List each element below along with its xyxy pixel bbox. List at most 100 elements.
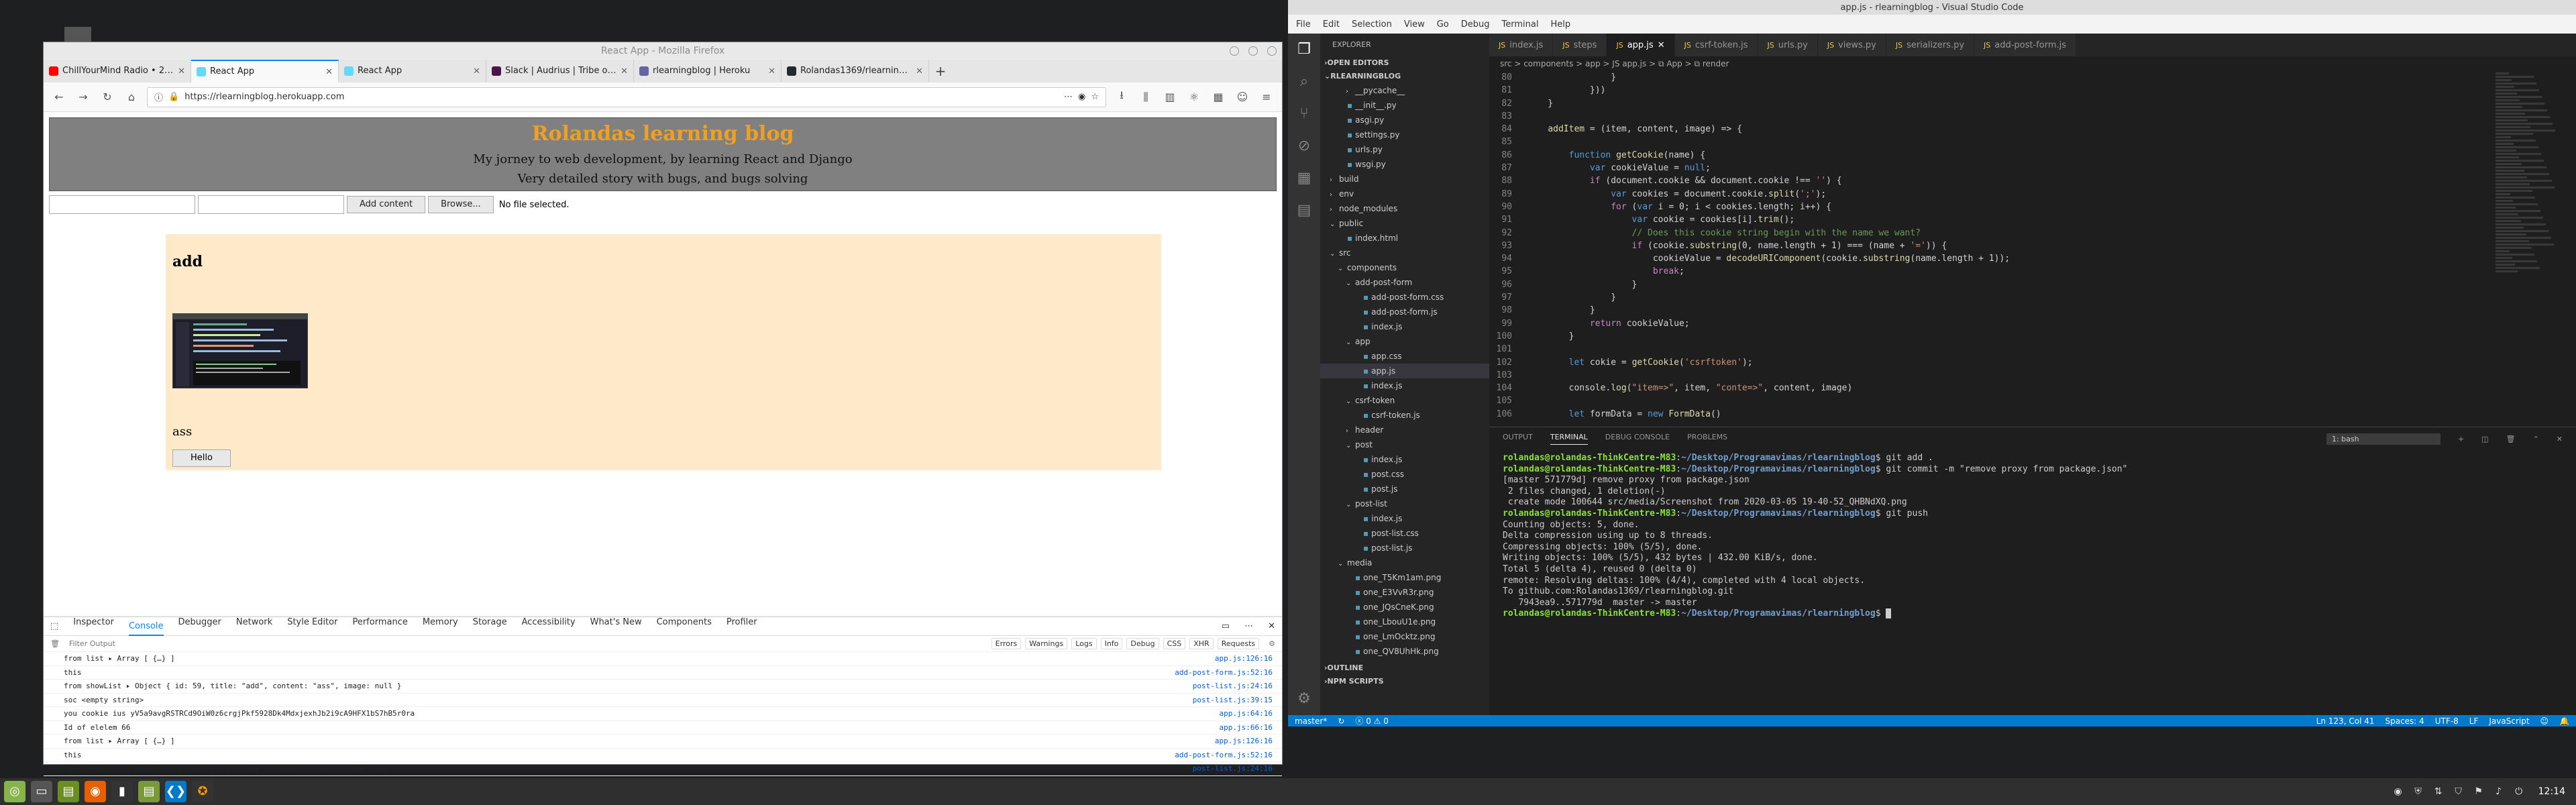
menu-item[interactable]: Help — [1550, 19, 1570, 30]
menu-item[interactable]: View — [1404, 19, 1425, 30]
tray-app-icon[interactable]: ◉ — [2391, 784, 2406, 799]
vscode-launcher-icon[interactable]: ❮❯ — [165, 781, 186, 802]
tree-file[interactable]: ▪ index.js — [1320, 452, 1489, 467]
tree-file[interactable]: ▪ wsgi.py — [1320, 157, 1489, 172]
devtools-tab[interactable]: Storage — [473, 617, 507, 636]
tree-folder[interactable]: ⌄ components — [1320, 260, 1489, 275]
console-log-row[interactable]: you cookie ius yV5a9avgRSTRCd9OiW0z6crgj… — [44, 707, 1282, 721]
menu-item[interactable]: File — [1296, 19, 1311, 30]
code-line[interactable]: 89 var cookies = document.cookie.split('… — [1489, 188, 2522, 201]
open-editors-section[interactable]: ›OPEN EDITORS — [1320, 56, 1489, 70]
log-level-filter[interactable]: Requests — [1217, 638, 1260, 649]
log-source-link[interactable]: app.js:126:16 — [1215, 737, 1273, 745]
tree-folder[interactable]: › __pycache__ — [1320, 83, 1489, 98]
menu-item[interactable]: Go — [1437, 19, 1449, 30]
tree-file[interactable]: ▪ post.css — [1320, 467, 1489, 482]
tree-file[interactable]: ▪ post-list.js — [1320, 541, 1489, 555]
tree-file[interactable]: ▪ add-post-form.js — [1320, 305, 1489, 319]
tree-file[interactable]: ▪ __init__.py — [1320, 98, 1489, 113]
code-line[interactable]: 99 return cookieValue; — [1489, 317, 2522, 330]
tab-close-icon[interactable]: ✕ — [768, 66, 775, 76]
tree-folder[interactable]: ⌄ post — [1320, 437, 1489, 452]
info-icon[interactable]: ⓘ — [154, 91, 163, 103]
debug-icon[interactable]: ⊘ — [1288, 130, 1320, 162]
split-terminal-icon[interactable]: ◫ — [2481, 435, 2488, 443]
console-log-row[interactable]: this add-post-form.js:52:16 — [44, 749, 1282, 762]
tree-file[interactable]: ▪ add-post-form.css — [1320, 290, 1489, 305]
code-line[interactable]: 93 if (cookie.substring(0, name.length +… — [1489, 239, 2522, 252]
console-log-row[interactable]: soc <empty string> post-list.js:39:15 — [44, 694, 1282, 707]
outline-section[interactable]: ›OUTLINE — [1320, 661, 1489, 675]
code-line[interactable]: 81 })) — [1489, 84, 2522, 97]
console-log-row[interactable]: from list ▸ Array [ {…} ] app.js:126:16 — [44, 652, 1282, 666]
home-icon[interactable]: ⌂ — [123, 91, 140, 103]
editor-tab[interactable]: JS add-post-form.js — [1974, 34, 2077, 56]
tray-language-icon[interactable]: ⚑ — [2471, 784, 2486, 799]
close-devtools-icon[interactable]: ✕ — [1268, 621, 1275, 631]
code-line[interactable]: 98 } — [1489, 304, 2522, 317]
devtools-tab[interactable]: Memory — [423, 617, 458, 636]
tree-file[interactable]: ▪ post-list.css — [1320, 526, 1489, 541]
log-level-filter[interactable]: CSS — [1163, 638, 1186, 649]
account-icon[interactable]: ☺ — [1234, 91, 1251, 103]
back-icon[interactable]: ← — [50, 91, 68, 103]
feedback-icon[interactable]: ☺ — [2540, 716, 2549, 726]
menu-item[interactable]: Terminal — [1502, 19, 1539, 30]
browser-tab[interactable]: rlearningblog | Heroku ✕ — [634, 60, 782, 83]
devtools-tab[interactable]: What's New — [590, 617, 642, 636]
tree-file[interactable]: ▪ one_QV8UhHk.png — [1320, 644, 1489, 659]
app-launcher-icon[interactable]: ✪ — [192, 781, 213, 802]
maximize-panel-icon[interactable]: ⌃ — [2533, 435, 2539, 443]
files-icon[interactable]: ▤ — [58, 781, 79, 802]
log-source-link[interactable]: add-post-form.js:52:16 — [1175, 751, 1273, 759]
devtools-tab[interactable]: Console — [128, 617, 164, 636]
tree-folder[interactable]: ⌄ csrf-token — [1320, 393, 1489, 408]
log-source-link[interactable]: post-list.js:39:15 — [1193, 696, 1273, 704]
bookmark-star-icon[interactable]: ☆ — [1091, 92, 1099, 102]
tray-volume-icon[interactable]: ♪ — [2491, 784, 2506, 799]
editor-tab[interactable]: JS serializers.py — [1886, 34, 1975, 56]
tree-file[interactable]: ▪ app.js — [1320, 364, 1489, 378]
tree-folder[interactable]: ⌄ media — [1320, 555, 1489, 570]
show-desktop-icon[interactable]: ▭ — [31, 781, 52, 802]
code-line[interactable]: 87 var cookieValue = null; — [1489, 162, 2522, 174]
source-control-icon[interactable]: ⑂ — [1288, 98, 1320, 130]
tree-file[interactable]: ▪ one_LbouU1e.png — [1320, 614, 1489, 629]
code-line[interactable]: 103 — [1489, 369, 2522, 382]
clock[interactable]: 12:14 — [2532, 786, 2572, 797]
tree-file[interactable]: ▪ app.css — [1320, 349, 1489, 364]
browser-tab[interactable]: Rolandas1369/rlearningblog ✕ — [782, 60, 929, 83]
sync-icon[interactable]: ↻ — [1338, 716, 1344, 726]
menu-icon[interactable]: ≡ — [1258, 91, 1275, 103]
tree-folder[interactable]: › env — [1320, 186, 1489, 201]
close-panel-icon[interactable]: ✕ — [2557, 435, 2563, 443]
editor-tab[interactable]: JS csrf-token.js — [1674, 34, 1758, 56]
project-section[interactable]: ⌄RLEARNINGBLOG — [1320, 70, 1489, 83]
log-source-link[interactable]: post-list.js:24:16 — [1193, 682, 1273, 690]
devtools-tab[interactable]: Performance — [352, 617, 407, 636]
url-text[interactable]: https://rlearningblog.herokuapp.com — [184, 92, 1059, 102]
menu-item[interactable]: Debug — [1461, 19, 1490, 30]
filter-input[interactable]: Filter Output — [69, 639, 982, 648]
menu-item[interactable]: Selection — [1352, 19, 1392, 30]
tab-close-icon[interactable]: ✕ — [178, 66, 185, 76]
tray-update-icon[interactable]: ⛨ — [2411, 784, 2426, 799]
menu-item[interactable]: Edit — [1323, 19, 1340, 30]
desktop-icon[interactable] — [64, 27, 91, 43]
console-log-row[interactable]: from list ▸ Array [ {…} ] app.js:126:16 — [44, 735, 1282, 749]
browser-tab[interactable]: ChillYourMind Radio • 24/7 ✕ — [44, 60, 191, 83]
files-launcher-icon[interactable]: ▤ — [138, 781, 160, 802]
url-bar[interactable]: ⓘ 🔒 https://rlearningblog.herokuapp.com … — [147, 87, 1106, 107]
menu-start-icon[interactable]: ◎ — [4, 781, 25, 802]
tree-folder[interactable]: ⌄ post-list — [1320, 496, 1489, 511]
npm-scripts-section[interactable]: ›NPM SCRIPTS — [1320, 675, 1489, 688]
tree-file[interactable]: ▪ post.js — [1320, 482, 1489, 496]
shell-select[interactable]: 1: bash — [2326, 433, 2440, 445]
problems-count[interactable]: ⓧ 0 ⚠ 0 — [1355, 715, 1388, 727]
new-terminal-icon[interactable]: + — [2458, 435, 2464, 443]
code-line[interactable]: 88 if (document.cookie && document.cooki… — [1489, 174, 2522, 187]
browser-tab[interactable]: Slack | Audrius | Tribe of AI ✕ — [486, 60, 634, 83]
new-tab-button[interactable]: + — [929, 60, 952, 83]
tree-file[interactable]: ▪ csrf-token.js — [1320, 408, 1489, 423]
tree-folder[interactable]: › build — [1320, 172, 1489, 186]
